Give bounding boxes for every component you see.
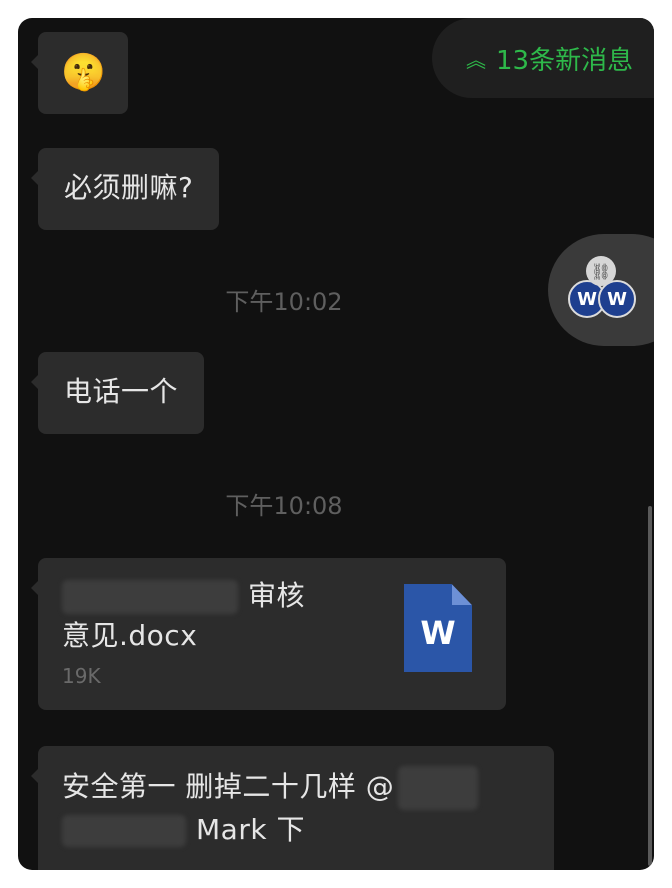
new-messages-button[interactable]: ︽ 13条新消息 xyxy=(432,18,654,98)
message-bubble-emoji[interactable]: 🤫 xyxy=(31,32,128,114)
message-text: 电话一个 xyxy=(64,375,179,408)
link-icon: ⛓ xyxy=(586,256,616,286)
message-text: 必须删嘛? xyxy=(64,171,194,204)
new-messages-label: 13条新消息 xyxy=(496,45,634,76)
file-size: 19K xyxy=(62,664,101,688)
message-bubble-text[interactable]: 电话一个 xyxy=(30,352,205,434)
redacted-text xyxy=(62,815,186,847)
message-text: Mark 下 xyxy=(196,813,305,846)
chat-window: 🤫 ︽ 13条新消息 必须删嘛? W W ⛓ 下午10:02 电话一个 下午10… xyxy=(18,18,654,870)
shared-link-widget[interactable]: W W ⛓ xyxy=(548,234,654,346)
redacted-text xyxy=(62,580,238,614)
double-chevron-up-icon: ︽ xyxy=(466,47,486,72)
word-document-icon: W xyxy=(404,584,472,672)
redacted-mention xyxy=(398,766,479,810)
timestamp: 下午10:08 xyxy=(225,492,343,520)
scrollbar[interactable] xyxy=(648,506,652,866)
shushing-face-emoji: 🤫 xyxy=(61,52,106,93)
file-message-bubble[interactable]: 审核 意见.docx 19K W xyxy=(31,558,506,710)
message-bubble-text[interactable]: 必须删嘛? xyxy=(30,148,220,230)
timestamp: 下午10:02 xyxy=(225,288,343,316)
message-bubble-text[interactable]: 安全第一 删掉二十几样 @ Mark 下 xyxy=(31,746,554,870)
file-name-part: 审核 xyxy=(248,579,306,612)
message-text: 安全第一 删掉二十几样 @ xyxy=(62,770,395,803)
file-name-part: 意见.docx xyxy=(62,619,198,652)
